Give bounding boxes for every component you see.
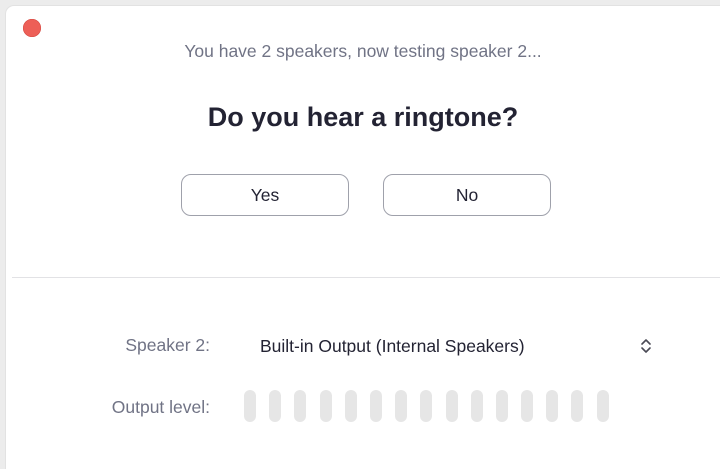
output-level-label: Output level:	[111, 397, 210, 417]
output-level-meter	[244, 390, 609, 422]
section-divider	[12, 277, 720, 278]
meter-segment	[495, 390, 508, 422]
no-button[interactable]: No	[383, 174, 551, 216]
yes-button[interactable]: Yes	[181, 174, 349, 216]
speaker-select-value: Built-in Output (Internal Speakers)	[260, 335, 525, 356]
meter-segment	[546, 390, 559, 422]
meter-segment	[369, 390, 382, 422]
meter-segment	[420, 390, 433, 422]
speaker-label: Speaker 2:	[125, 335, 210, 355]
meter-segment	[294, 390, 307, 422]
close-window-button[interactable]	[23, 19, 41, 37]
meter-segment	[319, 390, 332, 422]
meter-segment	[521, 390, 534, 422]
dialog-question: Do you hear a ringtone?	[207, 102, 519, 132]
meter-segment	[344, 390, 357, 422]
meter-segment	[470, 390, 483, 422]
meter-segment	[244, 390, 256, 422]
dialog-subtitle: You have 2 speakers, now testing speaker…	[184, 41, 542, 61]
chevron-up-down-icon	[641, 339, 651, 353]
meter-segment	[596, 390, 609, 422]
meter-segment	[269, 390, 282, 422]
speaker-select[interactable]: Built-in Output (Internal Speakers)	[254, 329, 660, 363]
meter-segment	[571, 390, 584, 422]
meter-segment	[395, 390, 408, 422]
meter-segment	[445, 390, 458, 422]
speaker-test-dialog: You have 2 speakers, now testing speaker…	[6, 6, 720, 469]
